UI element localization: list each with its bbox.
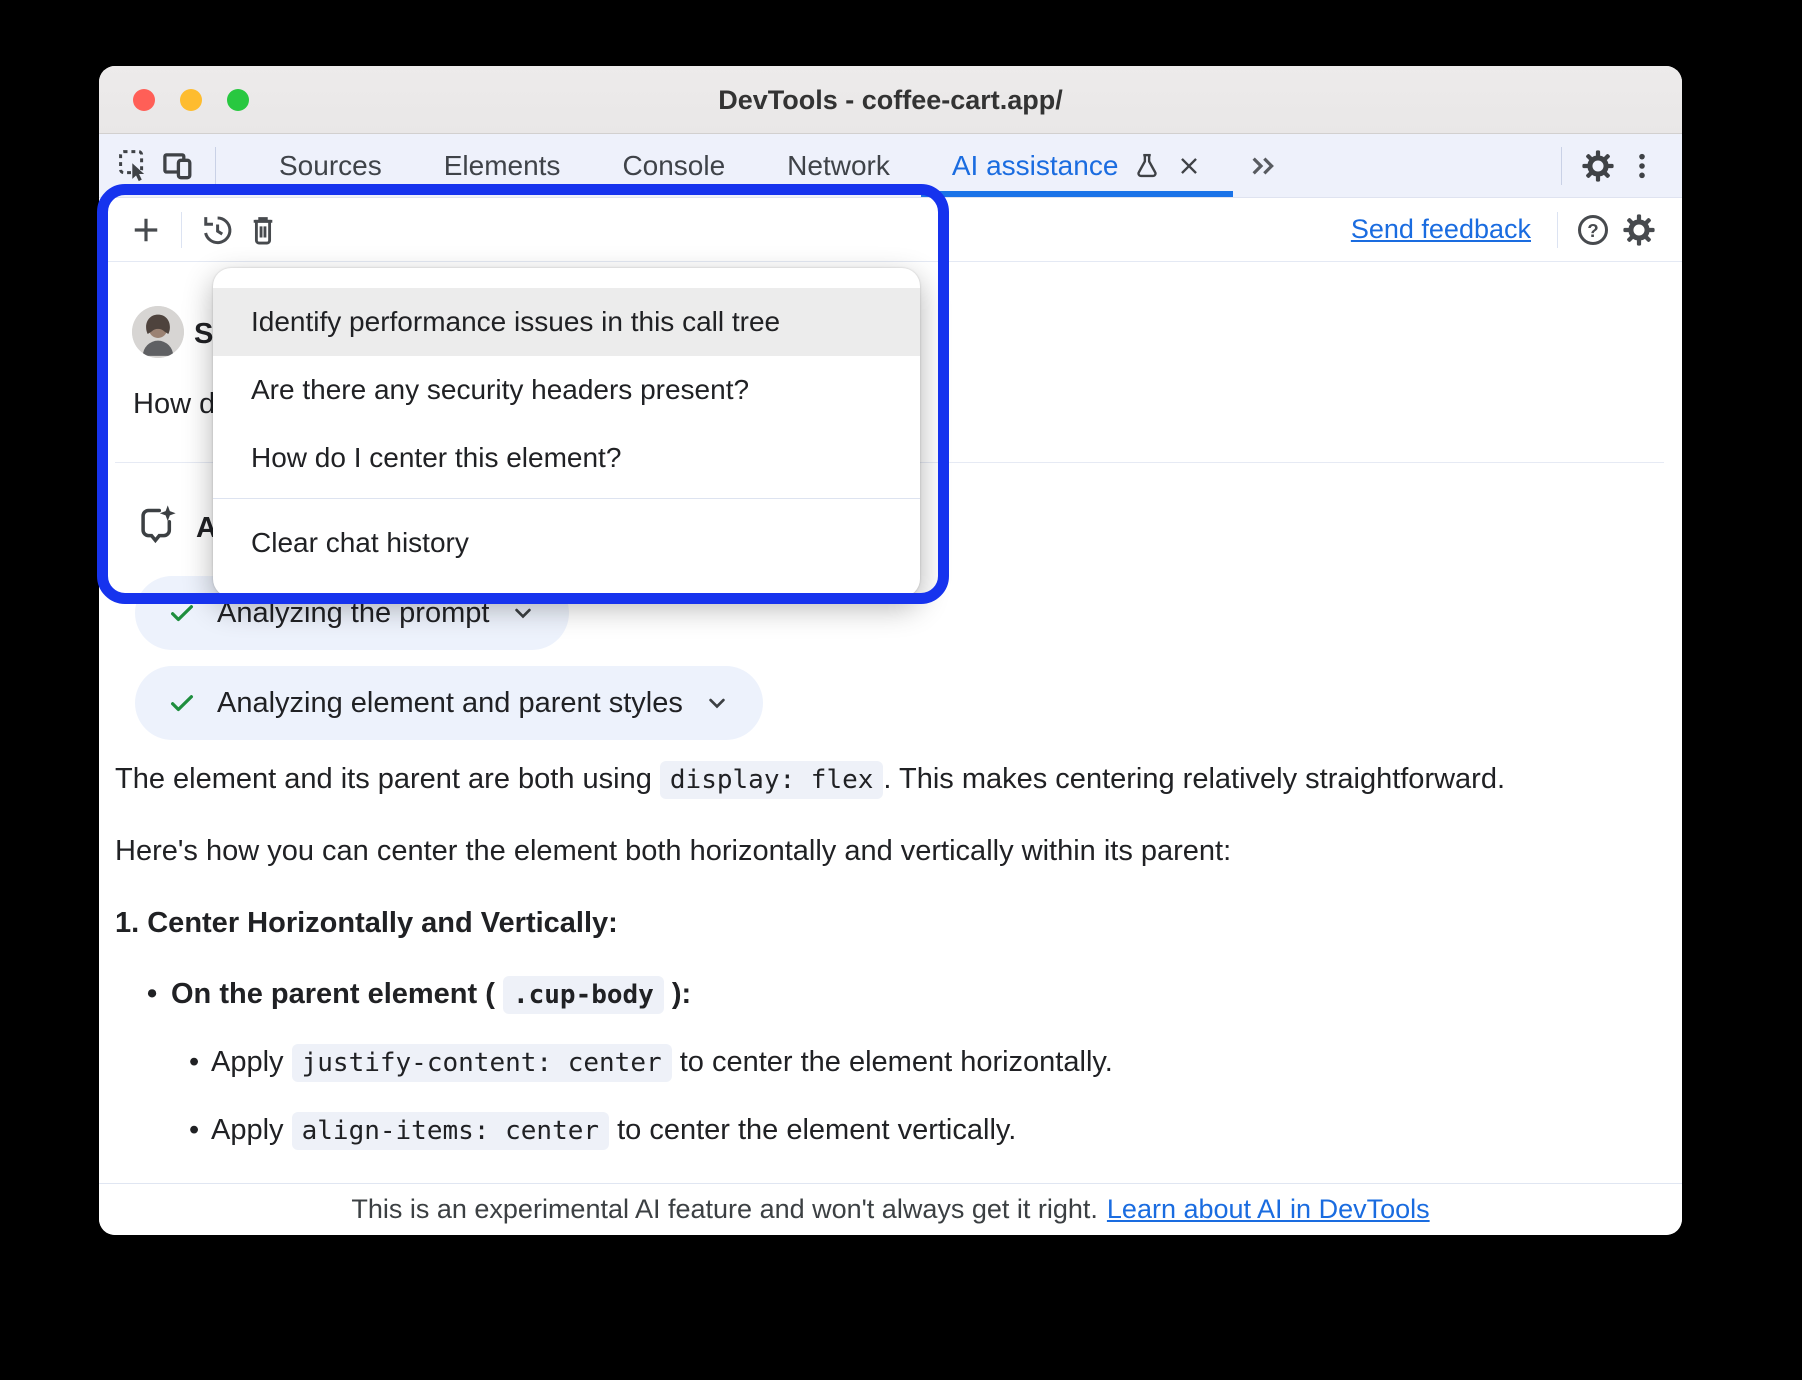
text-fragment: . This makes centering relatively straig… — [883, 763, 1505, 795]
gear-icon — [1580, 148, 1616, 184]
help-icon: ? — [1575, 212, 1611, 248]
devtools-settings-button[interactable] — [1576, 142, 1620, 190]
step-label: Analyzing the prompt — [217, 597, 489, 630]
history-dropdown-menu: Identify performance issues in this call… — [213, 268, 920, 597]
inspect-element-button[interactable] — [113, 142, 157, 190]
delete-chat-button[interactable] — [240, 206, 286, 254]
code-chip: align-items: center — [292, 1112, 609, 1150]
text-fragment: to center the element horizontally. — [672, 1046, 1113, 1078]
window-title: DevTools - coffee-cart.app/ — [99, 66, 1682, 134]
check-icon — [167, 598, 197, 628]
menu-item-security-headers[interactable]: Are there any security headers present? — [213, 356, 920, 424]
gear-icon — [1621, 212, 1657, 248]
menu-divider — [213, 498, 920, 499]
double-chevron-icon — [1247, 150, 1279, 182]
ai-chat-area: S How d A Analyzing the prompt — [99, 262, 1682, 1183]
tab-ai-assistance-label: AI assistance — [952, 150, 1119, 182]
text-fragment: Apply — [211, 1046, 292, 1078]
step-label: Analyzing element and parent styles — [217, 687, 683, 720]
svg-text:?: ? — [1587, 219, 1598, 240]
tabbar-right-controls — [1547, 142, 1682, 190]
tab-console[interactable]: Console — [591, 134, 756, 197]
inspect-cursor-icon — [117, 148, 153, 184]
help-button[interactable]: ? — [1570, 206, 1616, 254]
ai-settings-button[interactable] — [1616, 206, 1662, 254]
trash-icon — [245, 212, 281, 248]
toolbar-separator — [181, 212, 182, 248]
toolbar-separator — [1561, 147, 1562, 185]
learn-about-ai-link[interactable]: Learn about AI in DevTools — [1107, 1194, 1430, 1225]
new-chat-button[interactable] — [123, 206, 169, 254]
list-item-parent-element: •On the parent element ( .cup-body ): — [171, 978, 691, 1011]
code-chip: display: flex — [660, 761, 884, 799]
list-item-justify-content: •Apply justify-content: center to center… — [211, 1046, 1113, 1079]
send-feedback-link[interactable]: Send feedback — [1351, 214, 1531, 245]
user-name-fragment: S — [194, 318, 213, 351]
devtools-menu-button[interactable] — [1620, 142, 1664, 190]
panel-tabs: Sources Elements Console Network AI assi… — [248, 134, 1233, 197]
ai-toolbar-right: Send feedback ? — [1351, 206, 1682, 254]
toolbar-separator — [1557, 212, 1558, 248]
plus-icon — [128, 212, 164, 248]
answer-paragraph-2: Here's how you can center the element bo… — [115, 832, 1231, 871]
text-fragment: Apply — [211, 1114, 292, 1146]
bullet-glyph: • — [189, 1114, 199, 1147]
device-toolbar-button[interactable] — [157, 142, 201, 190]
ai-panel-toolbar: Send feedback ? — [99, 198, 1682, 262]
tab-sources[interactable]: Sources — [248, 134, 413, 197]
bullet-glyph: • — [147, 978, 157, 1011]
ai-disclaimer-footer: This is an experimental AI feature and w… — [99, 1183, 1682, 1235]
chevron-down-icon — [509, 599, 537, 627]
text-fragment: On the parent element ( — [171, 978, 503, 1010]
chat-history-button[interactable] — [194, 206, 240, 254]
toolbar-separator — [215, 147, 216, 185]
tab-elements[interactable]: Elements — [413, 134, 592, 197]
tab-ai-assistance[interactable]: AI assistance — [921, 134, 1234, 197]
step-analyzing-styles[interactable]: Analyzing element and parent styles — [135, 666, 763, 740]
code-chip: justify-content: center — [292, 1044, 672, 1082]
text-fragment: The element and its parent are both usin… — [115, 763, 660, 795]
user-message-fragment: How d — [133, 388, 215, 421]
code-chip: .cup-body — [503, 976, 664, 1014]
device-toolbar-icon — [161, 148, 197, 184]
list-item-align-items: •Apply align-items: center to center the… — [211, 1114, 1016, 1147]
more-tabs-button[interactable] — [1247, 150, 1279, 182]
devtools-tab-bar: Sources Elements Console Network AI assi… — [99, 134, 1682, 198]
close-ai-tab-icon[interactable] — [1176, 153, 1202, 179]
answer-paragraph-1: The element and its parent are both usin… — [115, 760, 1505, 799]
experiment-flask-icon — [1132, 151, 1162, 181]
kebab-menu-icon — [1626, 150, 1658, 182]
tab-network[interactable]: Network — [756, 134, 921, 197]
bullet-glyph: • — [189, 1046, 199, 1079]
chevron-down-icon — [703, 689, 731, 717]
devtools-window: DevTools - coffee-cart.app/ Sources Elem — [99, 66, 1682, 1235]
menu-item-clear-history[interactable]: Clear chat history — [213, 505, 920, 581]
ai-assistant-icon — [135, 502, 179, 546]
answer-heading: 1. Center Horizontally and Vertically: — [115, 904, 618, 943]
history-icon — [199, 212, 235, 248]
user-avatar — [132, 306, 184, 358]
text-fragment: ): — [664, 978, 691, 1010]
menu-item-performance[interactable]: Identify performance issues in this call… — [213, 288, 920, 356]
check-icon — [167, 688, 197, 718]
menu-item-center-element[interactable]: How do I center this element? — [213, 424, 920, 492]
text-fragment: to center the element vertically. — [609, 1114, 1016, 1146]
title-bar: DevTools - coffee-cart.app/ — [99, 66, 1682, 134]
disclaimer-text: This is an experimental AI feature and w… — [351, 1194, 1098, 1225]
